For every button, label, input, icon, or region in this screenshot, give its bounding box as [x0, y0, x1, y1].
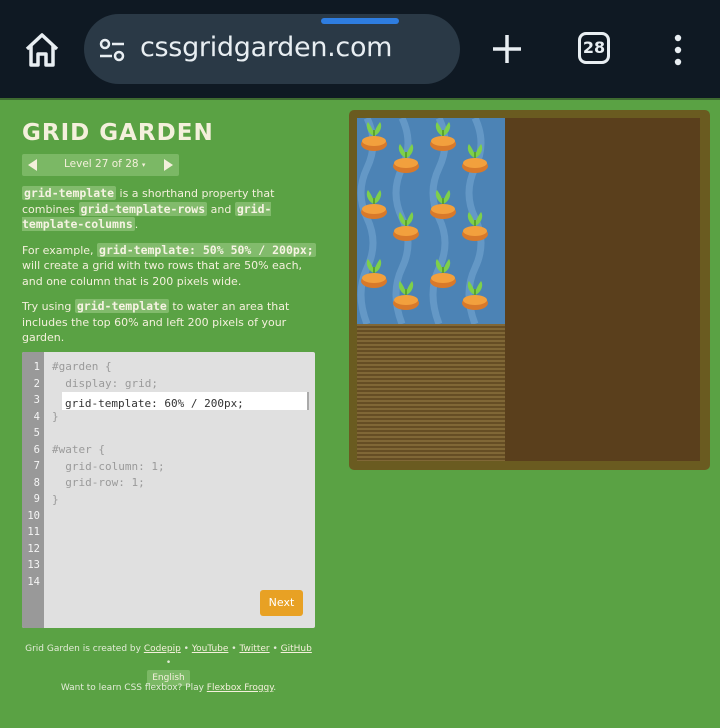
- carrot-icon: [461, 142, 489, 174]
- line-number: 2: [33, 378, 40, 390]
- youtube-link[interactable]: YouTube: [192, 644, 229, 654]
- line-number: 9: [33, 493, 40, 505]
- code-snippet: grid-template: 50% 50% / 200px;: [97, 242, 316, 257]
- carrot-icon: [360, 188, 388, 220]
- kebab-menu-icon[interactable]: [672, 34, 684, 66]
- page-title: GRID GARDEN: [22, 120, 214, 146]
- github-link[interactable]: GitHub: [281, 644, 312, 654]
- line-number: 7: [33, 460, 40, 472]
- line-number: 5: [33, 427, 40, 439]
- browser-toolbar: cssgridgarden.com 28: [0, 0, 720, 98]
- plus-icon[interactable]: [490, 32, 524, 66]
- code-line: }: [52, 410, 59, 423]
- line-number: 3: [33, 394, 40, 406]
- divider: [0, 98, 720, 100]
- home-icon[interactable]: [22, 30, 62, 70]
- tilled-soil: [357, 324, 505, 461]
- carrot-icon: [461, 210, 489, 242]
- carrot-icon: [429, 120, 457, 152]
- carrot-icon: [392, 142, 420, 174]
- instructions: grid-template is a shorthand property th…: [22, 186, 318, 356]
- carrot-icon: [392, 279, 420, 311]
- line-number: 14: [27, 576, 40, 588]
- instruction-paragraph: grid-template is a shorthand property th…: [22, 186, 275, 231]
- code-line: #garden {: [52, 360, 112, 373]
- code-snippet: grid-template-rows: [78, 201, 208, 216]
- code-snippet: grid-template: [22, 186, 117, 200]
- next-button[interactable]: Next: [260, 590, 303, 616]
- line-number: 10: [27, 510, 40, 522]
- carrot-icon: [461, 279, 489, 311]
- credits: Grid Garden is created by Codepip • YouT…: [22, 642, 315, 686]
- next-level-icon[interactable]: [164, 159, 173, 171]
- line-number: 13: [27, 559, 40, 571]
- level-selector[interactable]: Level 27 of 28 ▾: [22, 154, 179, 176]
- css-input-line[interactable]: [62, 392, 309, 411]
- carrot-icon: [429, 188, 457, 220]
- code-line: grid-row: 1;: [52, 476, 145, 489]
- code-snippet: grid-template: [74, 299, 169, 313]
- scroll-indicator: [321, 18, 399, 24]
- line-number: 4: [33, 411, 40, 423]
- line-number: 12: [27, 543, 40, 555]
- address-bar[interactable]: cssgridgarden.com: [84, 14, 460, 84]
- tabs-icon[interactable]: 28: [578, 32, 610, 64]
- code-line: grid-column: 1;: [52, 460, 165, 473]
- code-line: display: grid;: [52, 377, 158, 390]
- carrot-icon: [392, 210, 420, 242]
- previous-level-icon[interactable]: [28, 159, 37, 171]
- instruction-paragraph: Try using grid-template to water an area…: [22, 299, 290, 344]
- instruction-paragraph: For example, grid-template: 50% 50% / 20…: [22, 242, 316, 288]
- line-number: 1: [33, 361, 40, 373]
- codepip-link[interactable]: Codepip: [144, 644, 181, 654]
- carrot-icon: [429, 257, 457, 289]
- froggy-promo: Want to learn CSS flexbox? Play Flexbox …: [60, 683, 277, 693]
- code-line: }: [52, 493, 59, 506]
- code-line: #water {: [52, 443, 105, 456]
- line-number: 11: [27, 526, 40, 538]
- tune-icon[interactable]: [98, 36, 126, 64]
- line-number: 6: [33, 444, 40, 456]
- twitter-link[interactable]: Twitter: [239, 644, 269, 654]
- flexbox-froggy-link[interactable]: Flexbox Froggy: [207, 683, 274, 693]
- carrot-icon: [360, 257, 388, 289]
- css-editor: 1 2 3 4 5 6 7 8 9 10 11 12 13 14 #garden…: [22, 352, 315, 628]
- line-number: 8: [33, 477, 40, 489]
- carrot-icon: [360, 120, 388, 152]
- url-text[interactable]: cssgridgarden.com: [140, 32, 392, 63]
- css-input[interactable]: [62, 396, 303, 411]
- level-indicator[interactable]: Level 27 of 28 ▾: [64, 158, 145, 170]
